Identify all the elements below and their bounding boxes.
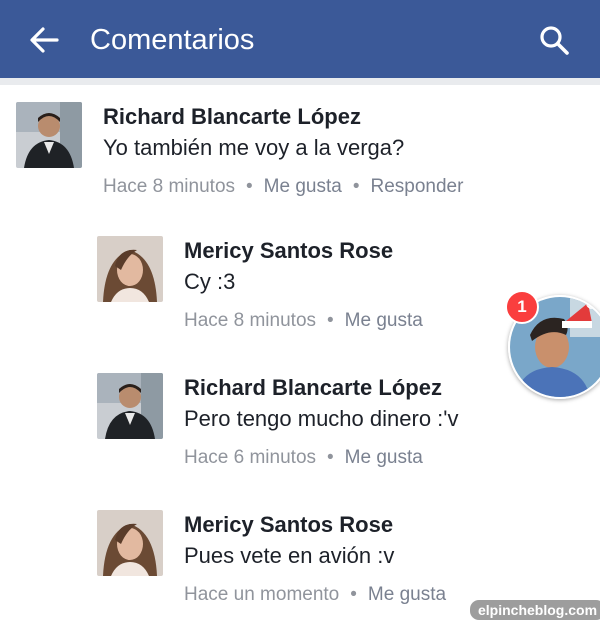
comment-time: Hace 8 minutos <box>103 176 236 197</box>
avatar[interactable] <box>16 102 82 168</box>
reply-button[interactable]: Responder <box>370 176 463 197</box>
comment-text: Yo también me voy a la verga? <box>103 135 405 160</box>
comment-meta: Hace 8 minutos • Me gusta • Responder <box>103 175 463 199</box>
like-button[interactable]: Me gusta <box>264 176 342 197</box>
comment-author[interactable]: Mericy Santos Rose <box>184 236 423 266</box>
separator-dot: • <box>327 447 334 468</box>
avatar[interactable] <box>97 373 163 439</box>
arrow-left-icon <box>30 27 59 53</box>
avatar[interactable] <box>97 510 163 576</box>
header-divider <box>0 78 600 85</box>
watermark: elpincheblog.com <box>470 600 600 620</box>
back-button[interactable] <box>22 20 66 60</box>
avatar[interactable] <box>97 236 163 302</box>
comment-meta: Hace 6 minutos • Me gusta <box>184 446 458 470</box>
search-icon <box>540 26 569 55</box>
app-header: Comentarios <box>0 0 600 78</box>
separator-dot: • <box>352 176 360 197</box>
comment-author[interactable]: Richard Blancarte López <box>184 373 458 403</box>
comment-time: Hace 6 minutos <box>184 447 317 468</box>
like-button[interactable]: Me gusta <box>345 310 423 331</box>
comment-text: Pero tengo mucho dinero :'v <box>184 406 459 431</box>
notification-badge: 1 <box>505 290 539 324</box>
separator-dot: • <box>327 310 334 331</box>
comment-meta: Hace 8 minutos • Me gusta <box>184 309 423 333</box>
comment-text: Cy :3 <box>184 269 236 294</box>
comment-author[interactable]: Mericy Santos Rose <box>184 510 446 540</box>
separator-dot: • <box>350 584 357 605</box>
like-button[interactable]: Me gusta <box>345 447 423 468</box>
separator-dot: • <box>246 176 253 197</box>
comment-author[interactable]: Richard Blancarte López <box>103 102 463 132</box>
comment-time: Hace un momento <box>184 584 340 605</box>
like-button[interactable]: Me gusta <box>368 584 446 605</box>
search-button[interactable] <box>532 20 576 60</box>
comment-meta: Hace un momento • Me gusta <box>184 583 446 607</box>
comment-text: Pues vete en avión :v <box>184 543 395 568</box>
page-title: Comentarios <box>90 24 255 56</box>
comment-time: Hace 8 minutos <box>184 310 317 331</box>
chat-head[interactable]: 1 <box>505 290 600 399</box>
